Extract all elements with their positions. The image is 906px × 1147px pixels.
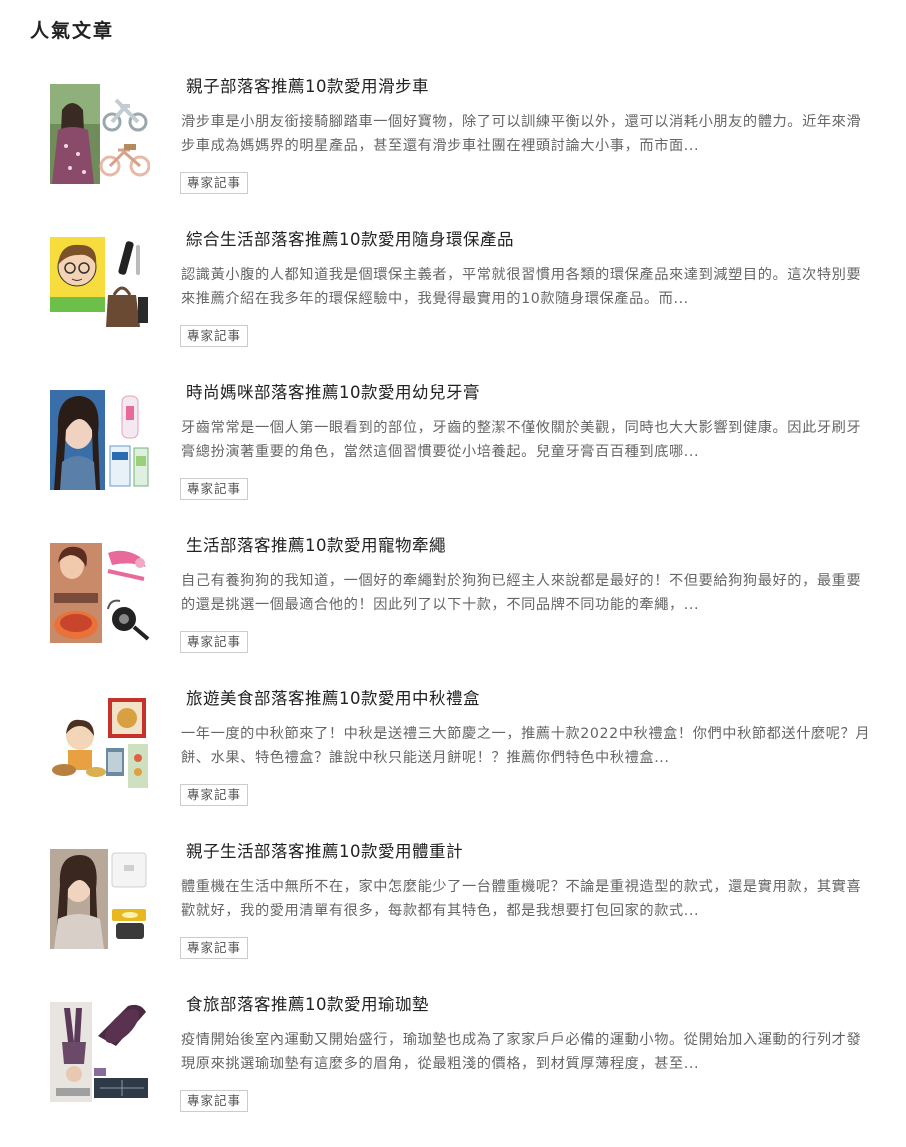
article-excerpt: 認識黃小腹的人都知道我是個環保主義者，平常就很習慣用各類的環保產品來達到減塑目的… [181, 267, 862, 307]
article-excerpt: 一年一度的中秋節來了！中秋是送禮三大節慶之一，推薦十款2022中秋禮盒！你們中秋… [181, 726, 871, 766]
category-tag[interactable]: 專家記事 [180, 1090, 249, 1112]
article-excerpt: 滑步車是小朋友銜接騎腳踏車一個好寶物，除了可以訓練平衡以外，還可以消耗小朋友的體… [181, 114, 862, 154]
article-excerpt: 體重機在生活中無所不在，家中怎麼能少了一台體重機呢？不論是重視造型的款式，還是實… [181, 879, 862, 919]
weighing-scale-thumbnail-image [50, 849, 150, 949]
article-title[interactable]: 生活部落客推薦10款愛用寵物牽繩 [186, 535, 446, 557]
article-title[interactable]: 綜合生活部落客推薦10款愛用隨身環保產品 [186, 229, 514, 251]
article-excerpt: 自己有養狗狗的我知道，一個好的牽繩對於狗狗已經主人來說都是最好的！不但要給狗狗最… [181, 573, 862, 613]
article-thumbnail[interactable] [50, 543, 150, 643]
category-tag[interactable]: 專家記事 [180, 478, 249, 500]
article-excerpt: 疫情開始後室內運動又開始盛行，瑜珈墊也成為了家家戶戶必備的運動小物。從開始加入運… [181, 1032, 862, 1072]
article-card: 綜合生活部落客推薦10款愛用隨身環保產品 認識黃小腹的人都知道我是個環保主義者，… [0, 229, 906, 382]
article-title[interactable]: 時尚媽咪部落客推薦10款愛用幼兒牙膏 [186, 382, 480, 404]
article-thumbnail[interactable] [50, 84, 150, 184]
article-card: 親子部落客推薦10款愛用滑步車 滑步車是小朋友銜接騎腳踏車一個好寶物，除了可以訓… [0, 76, 906, 229]
article-thumbnail[interactable] [50, 390, 150, 490]
article-thumbnail[interactable] [50, 237, 150, 337]
category-tag[interactable]: 專家記事 [180, 325, 249, 347]
category-tag[interactable]: 專家記事 [180, 784, 249, 806]
yoga-mat-thumbnail-image [50, 1002, 150, 1102]
article-title[interactable]: 旅遊美食部落客推薦10款愛用中秋禮盒 [186, 688, 480, 710]
eco-products-thumbnail-image [50, 237, 150, 337]
article-thumbnail[interactable] [50, 696, 150, 796]
article-list: 親子部落客推薦10款愛用滑步車 滑步車是小朋友銜接騎腳踏車一個好寶物，除了可以訓… [0, 76, 906, 1147]
balance-bike-thumbnail-image [50, 84, 150, 184]
article-card: 旅遊美食部落客推薦10款愛用中秋禮盒 一年一度的中秋節來了！中秋是送禮三大節慶之… [0, 688, 906, 841]
article-card: 生活部落客推薦10款愛用寵物牽繩 自己有養狗狗的我知道，一個好的牽繩對於狗狗已經… [0, 535, 906, 688]
category-tag[interactable]: 專家記事 [180, 172, 249, 194]
mooncake-gift-box-thumbnail-image [50, 696, 150, 796]
article-card: 食旅部落客推薦10款愛用瑜珈墊 疫情開始後室內運動又開始盛行，瑜珈墊也成為了家家… [0, 994, 906, 1147]
section-title: 人氣文章 [30, 20, 115, 42]
article-card: 時尚媽咪部落客推薦10款愛用幼兒牙膏 牙齒常常是一個人第一眼看到的部位，牙齒的整… [0, 382, 906, 535]
article-thumbnail[interactable] [50, 1002, 150, 1102]
article-title[interactable]: 親子部落客推薦10款愛用滑步車 [186, 76, 429, 98]
article-card: 親子生活部落客推薦10款愛用體重計 體重機在生活中無所不在，家中怎麼能少了一台體… [0, 841, 906, 994]
article-excerpt: 牙齒常常是一個人第一眼看到的部位，牙齒的整潔不僅攸關於美觀，同時也大大影響到健康… [181, 420, 862, 460]
pet-leash-thumbnail-image [50, 543, 150, 643]
category-tag[interactable]: 專家記事 [180, 631, 249, 653]
article-title[interactable]: 親子生活部落客推薦10款愛用體重計 [186, 841, 463, 863]
category-tag[interactable]: 專家記事 [180, 937, 249, 959]
article-thumbnail[interactable] [50, 849, 150, 949]
article-title[interactable]: 食旅部落客推薦10款愛用瑜珈墊 [186, 994, 429, 1016]
toothpaste-thumbnail-image [50, 390, 150, 490]
